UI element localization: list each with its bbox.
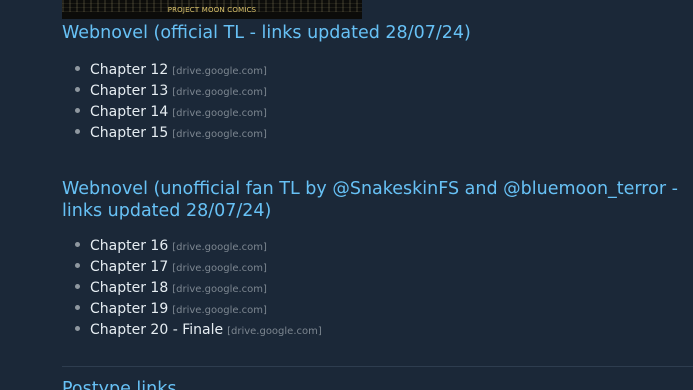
bullet-icon bbox=[75, 87, 80, 92]
banner-text: PROJECT MOON COMICS bbox=[167, 6, 257, 14]
chapter-link[interactable]: Chapter 14 bbox=[90, 104, 168, 120]
link-domain: [drive.google.com] bbox=[172, 305, 267, 316]
official-chapter-list: Chapter 12 [drive.google.com] Chapter 13 [… bbox=[72, 58, 267, 142]
bullet-icon bbox=[75, 305, 80, 310]
bullet-icon bbox=[75, 108, 80, 113]
bullet-icon bbox=[75, 284, 80, 289]
bullet-icon bbox=[75, 326, 80, 331]
link-domain: [drive.google.com] bbox=[172, 66, 267, 77]
chapter-link[interactable]: Chapter 18 bbox=[90, 280, 168, 296]
section-title-fan-tl: Webnovel (unofficial fan TL by @Snakeski… bbox=[62, 179, 678, 221]
chapter-link[interactable]: Chapter 19 bbox=[90, 301, 168, 317]
link-domain: [drive.google.com] bbox=[172, 129, 267, 140]
chapter-link[interactable]: Chapter 16 bbox=[90, 238, 168, 254]
bullet-icon bbox=[75, 66, 80, 71]
list-item: Chapter 13 [drive.google.com] bbox=[72, 79, 267, 100]
link-domain: [drive.google.com] bbox=[227, 326, 322, 337]
list-item: Chapter 18 [drive.google.com] bbox=[72, 276, 322, 297]
fan-tl-chapter-list: Chapter 16 [drive.google.com] Chapter 17 [… bbox=[72, 234, 322, 339]
link-domain: [drive.google.com] bbox=[172, 263, 267, 274]
chapter-link[interactable]: Chapter 12 bbox=[90, 62, 168, 78]
link-domain: [drive.google.com] bbox=[172, 284, 267, 295]
chapter-link[interactable]: Chapter 15 bbox=[90, 125, 168, 141]
bullet-icon bbox=[75, 242, 80, 247]
list-item: Chapter 20 - Finale [drive.google.com] bbox=[72, 318, 322, 339]
chapter-link[interactable]: Chapter 20 - Finale bbox=[90, 322, 223, 338]
guide-page: PROJECT MOON COMICS Webnovel (official T… bbox=[0, 0, 693, 390]
link-domain: [drive.google.com] bbox=[172, 108, 267, 119]
section-title-official-tl: Webnovel (official TL - links updated 28… bbox=[62, 23, 471, 43]
bullet-icon bbox=[75, 129, 80, 134]
list-item: Chapter 17 [drive.google.com] bbox=[72, 255, 322, 276]
chapter-link[interactable]: Chapter 13 bbox=[90, 83, 168, 99]
list-item: Chapter 15 [drive.google.com] bbox=[72, 121, 267, 142]
link-domain: [drive.google.com] bbox=[172, 242, 267, 253]
section-title-postype: Postype links bbox=[62, 379, 177, 390]
list-item: Chapter 16 [drive.google.com] bbox=[72, 234, 322, 255]
link-domain: [drive.google.com] bbox=[172, 87, 267, 98]
chapter-link[interactable]: Chapter 17 bbox=[90, 259, 168, 275]
list-item: Chapter 14 [drive.google.com] bbox=[72, 100, 267, 121]
list-item: Chapter 19 [drive.google.com] bbox=[72, 297, 322, 318]
bullet-icon bbox=[75, 263, 80, 268]
list-item: Chapter 12 [drive.google.com] bbox=[72, 58, 267, 79]
section-divider bbox=[62, 366, 693, 367]
project-moon-banner-image: PROJECT MOON COMICS bbox=[62, 0, 362, 19]
